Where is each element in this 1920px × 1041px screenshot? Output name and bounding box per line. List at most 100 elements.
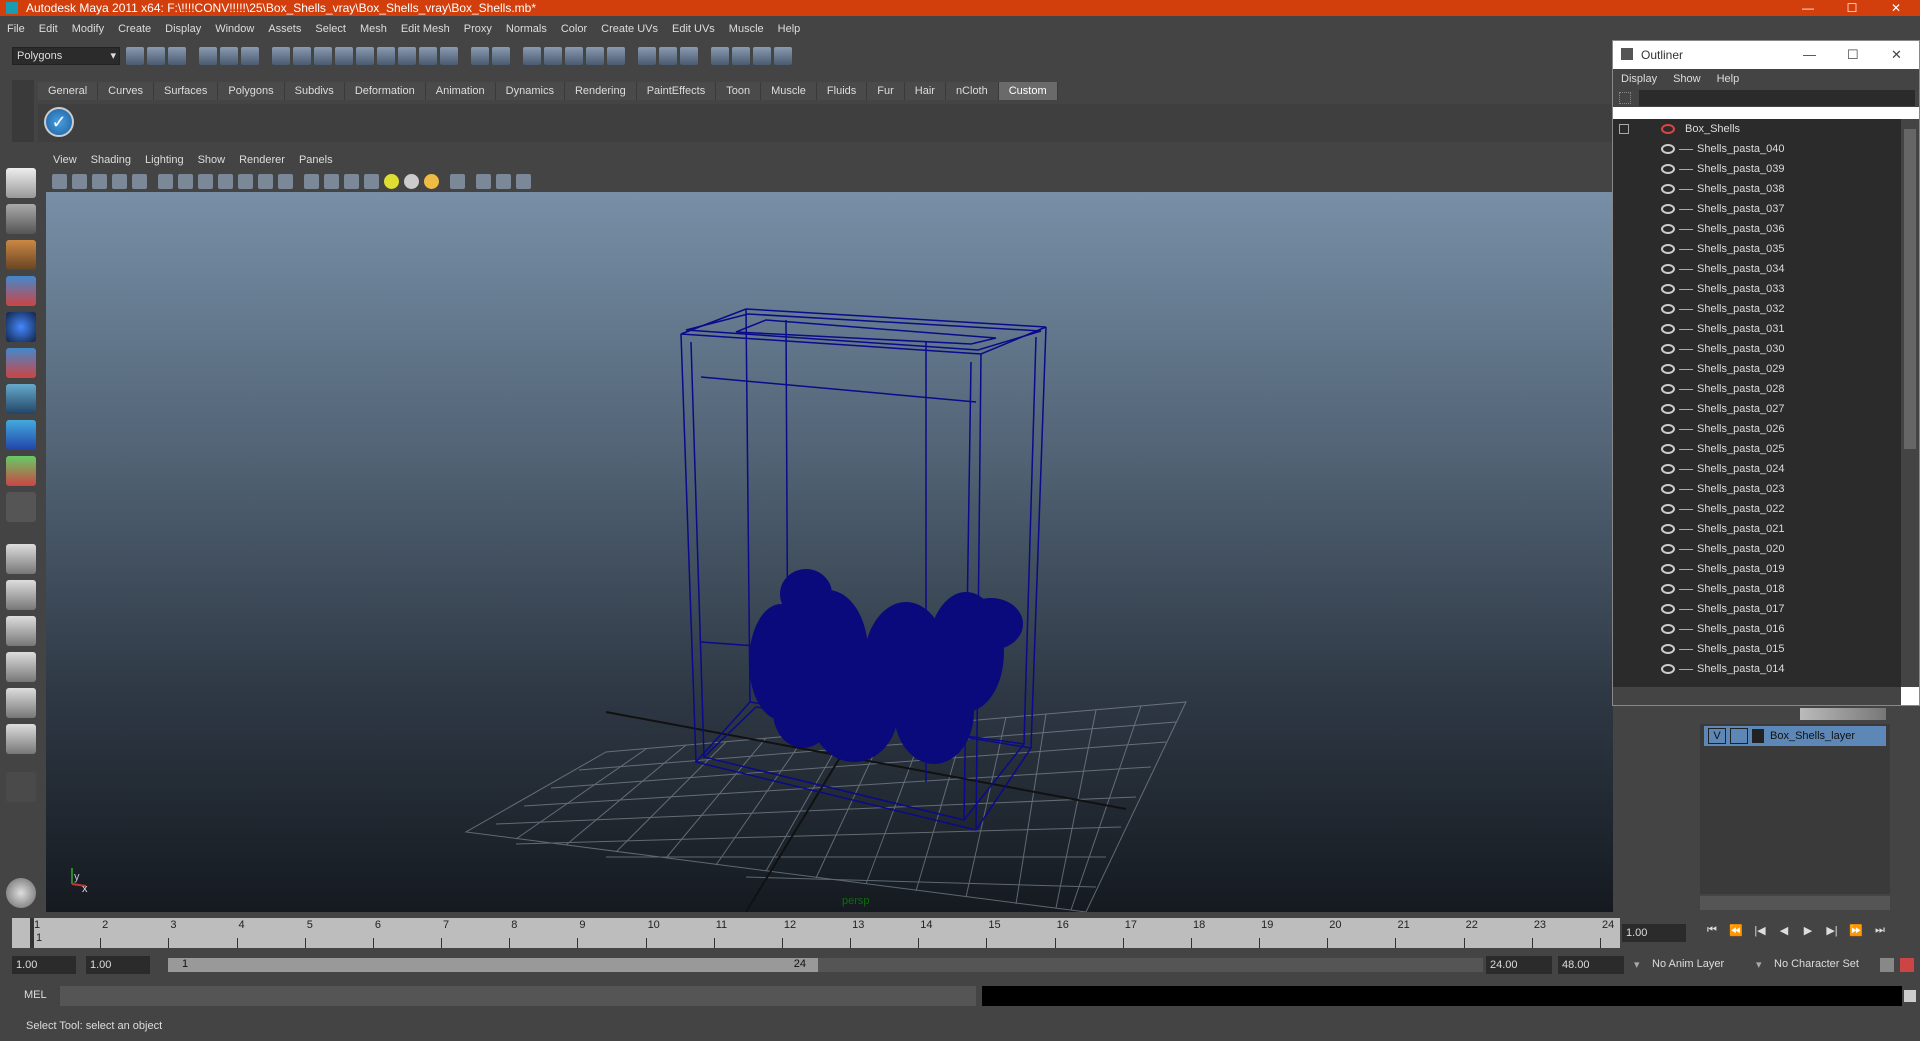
isolate-select-icon[interactable] xyxy=(450,173,465,189)
tab-hair[interactable]: Hair xyxy=(904,82,946,100)
step-forward-frame-button[interactable]: ▶| xyxy=(1820,924,1844,942)
anim-layer-dropdown[interactable]: ▾ xyxy=(1634,958,1640,971)
panel-menu-shading[interactable]: Shading xyxy=(84,154,138,166)
layout-options-icon[interactable] xyxy=(6,772,36,802)
panel-menu-lighting[interactable]: Lighting xyxy=(138,154,191,166)
scale-tool-icon[interactable] xyxy=(6,348,36,378)
menu-file[interactable]: File xyxy=(0,23,32,35)
outliner-item[interactable]: Shells_pasta_022 xyxy=(1613,499,1901,519)
layer-horizontal-scrollbar[interactable] xyxy=(1700,896,1890,910)
shadows-icon[interactable] xyxy=(424,173,439,189)
wireframe-on-shaded-icon[interactable] xyxy=(344,173,359,189)
outliner-item[interactable]: Shells_pasta_028 xyxy=(1613,379,1901,399)
outliner-horizontal-scrollbar[interactable] xyxy=(1613,687,1901,705)
menu-display[interactable]: Display xyxy=(158,23,208,35)
single-perspective-layout-icon[interactable] xyxy=(6,544,36,574)
tab-fluids[interactable]: Fluids xyxy=(816,82,868,100)
tab-muscle[interactable]: Muscle xyxy=(761,82,817,100)
make-live-icon[interactable] xyxy=(607,47,625,65)
command-language-label[interactable]: MEL xyxy=(24,989,47,1001)
end-time-field[interactable]: 48.00 xyxy=(1558,956,1624,974)
layer-color-icon[interactable] xyxy=(1752,729,1764,743)
panel-menu-renderer[interactable]: Renderer xyxy=(232,154,292,166)
current-time-field[interactable]: 1.00 xyxy=(1622,924,1686,942)
playback-end-field[interactable]: 24.00 xyxy=(1486,956,1552,974)
use-default-light-icon[interactable] xyxy=(384,173,399,189)
bookmarks-icon[interactable] xyxy=(92,173,107,189)
safe-action-icon[interactable] xyxy=(258,173,273,189)
outliner-item[interactable]: Shells_pasta_021 xyxy=(1613,519,1901,539)
shelf-options-strip[interactable] xyxy=(12,80,34,142)
menu-select[interactable]: Select xyxy=(308,23,353,35)
script-editor-icon[interactable] xyxy=(6,878,36,908)
four-view-layout-icon[interactable] xyxy=(6,580,36,610)
anim-prefs-icon[interactable] xyxy=(1900,958,1914,972)
playback-start-field[interactable]: 1.00 xyxy=(86,956,150,974)
outliner-item[interactable]: Shells_pasta_040 xyxy=(1613,139,1901,159)
menu-help[interactable]: Help xyxy=(771,23,808,35)
outliner-item[interactable]: Shells_pasta_019 xyxy=(1613,559,1901,579)
outliner-item[interactable]: Shells_pasta_032 xyxy=(1613,299,1901,319)
play-backwards-button[interactable]: ◀ xyxy=(1772,924,1796,942)
safe-title-icon[interactable] xyxy=(278,173,293,189)
snap-point-icon[interactable] xyxy=(565,47,583,65)
menu-create[interactable]: Create xyxy=(111,23,158,35)
menu-edit-mesh[interactable]: Edit Mesh xyxy=(394,23,457,35)
outliner-vertical-scrollbar[interactable] xyxy=(1901,119,1919,687)
auto-key-icon[interactable] xyxy=(1880,958,1894,972)
layer-tool-icons[interactable] xyxy=(1800,708,1886,720)
menu-mesh[interactable]: Mesh xyxy=(353,23,394,35)
select-curves-icon[interactable] xyxy=(335,47,353,65)
panel-menu-show[interactable]: Show xyxy=(191,154,233,166)
outliner-minimize-button[interactable]: — xyxy=(1803,47,1816,62)
step-back-frame-button[interactable]: |◀ xyxy=(1748,924,1772,942)
universal-manipulator-icon[interactable] xyxy=(6,384,36,414)
image-plane-icon[interactable] xyxy=(112,173,127,189)
paint-select-tool-icon[interactable] xyxy=(6,240,36,270)
tab-deformation[interactable]: Deformation xyxy=(344,82,426,100)
move-tool-icon[interactable] xyxy=(6,276,36,306)
tab-curves[interactable]: Curves xyxy=(98,82,154,100)
panel-menu-view[interactable]: View xyxy=(46,154,84,166)
grease-pencil-icon[interactable] xyxy=(132,173,147,189)
tab-general[interactable]: General xyxy=(38,82,99,100)
outliner-filter-icon[interactable] xyxy=(1619,92,1631,104)
new-scene-icon[interactable] xyxy=(126,47,144,65)
select-dynamics-icon[interactable] xyxy=(398,47,416,65)
outliner-item[interactable]: Shells_pasta_035 xyxy=(1613,239,1901,259)
select-rendering-icon[interactable] xyxy=(419,47,437,65)
outliner-item[interactable]: Shells_pasta_039 xyxy=(1613,159,1901,179)
script-editor-button-icon[interactable] xyxy=(1904,990,1916,1002)
wireframe-icon[interactable] xyxy=(304,173,319,189)
maximize-button[interactable]: ☐ xyxy=(1832,0,1872,16)
outliner-item[interactable]: Shells_pasta_034 xyxy=(1613,259,1901,279)
outliner-item[interactable]: Shells_pasta_026 xyxy=(1613,419,1901,439)
outliner-item[interactable]: Shells_pasta_015 xyxy=(1613,639,1901,659)
ipr-render-icon[interactable] xyxy=(753,47,771,65)
tab-toon[interactable]: Toon xyxy=(716,82,762,100)
lock-selection-icon[interactable] xyxy=(471,47,489,65)
outliner-scroll-thumb[interactable] xyxy=(1904,129,1916,449)
select-deformations-icon[interactable] xyxy=(377,47,395,65)
outliner-item[interactable]: Shells_pasta_020 xyxy=(1613,539,1901,559)
outliner-maximize-button[interactable]: ☐ xyxy=(1847,47,1859,63)
render-frame-icon[interactable] xyxy=(732,47,750,65)
select-tool-icon[interactable] xyxy=(6,168,36,198)
outliner-root-item[interactable]: Box_Shells xyxy=(1613,119,1901,139)
persp-graph-layout-icon[interactable] xyxy=(6,652,36,682)
tab-painteffects[interactable]: PaintEffects xyxy=(636,82,717,100)
resolution-gate-icon[interactable] xyxy=(198,173,213,189)
xray-joints-icon[interactable] xyxy=(496,173,511,189)
range-slider[interactable]: 1 24 xyxy=(168,958,818,972)
persp-outliner-layout-icon[interactable] xyxy=(6,616,36,646)
show-manipulator-icon[interactable] xyxy=(6,456,36,486)
range-slider-track[interactable] xyxy=(818,958,1483,972)
command-input[interactable] xyxy=(60,986,976,1006)
menu-edit-uvs[interactable]: Edit UVs xyxy=(665,23,722,35)
menu-color[interactable]: Color xyxy=(554,23,594,35)
outliner-search-input[interactable] xyxy=(1639,90,1915,106)
render-view-icon[interactable] xyxy=(711,47,729,65)
outliner-item[interactable]: Shells_pasta_038 xyxy=(1613,179,1901,199)
char-set-label[interactable]: No Character Set xyxy=(1774,958,1859,970)
outliner-item[interactable]: Shells_pasta_031 xyxy=(1613,319,1901,339)
